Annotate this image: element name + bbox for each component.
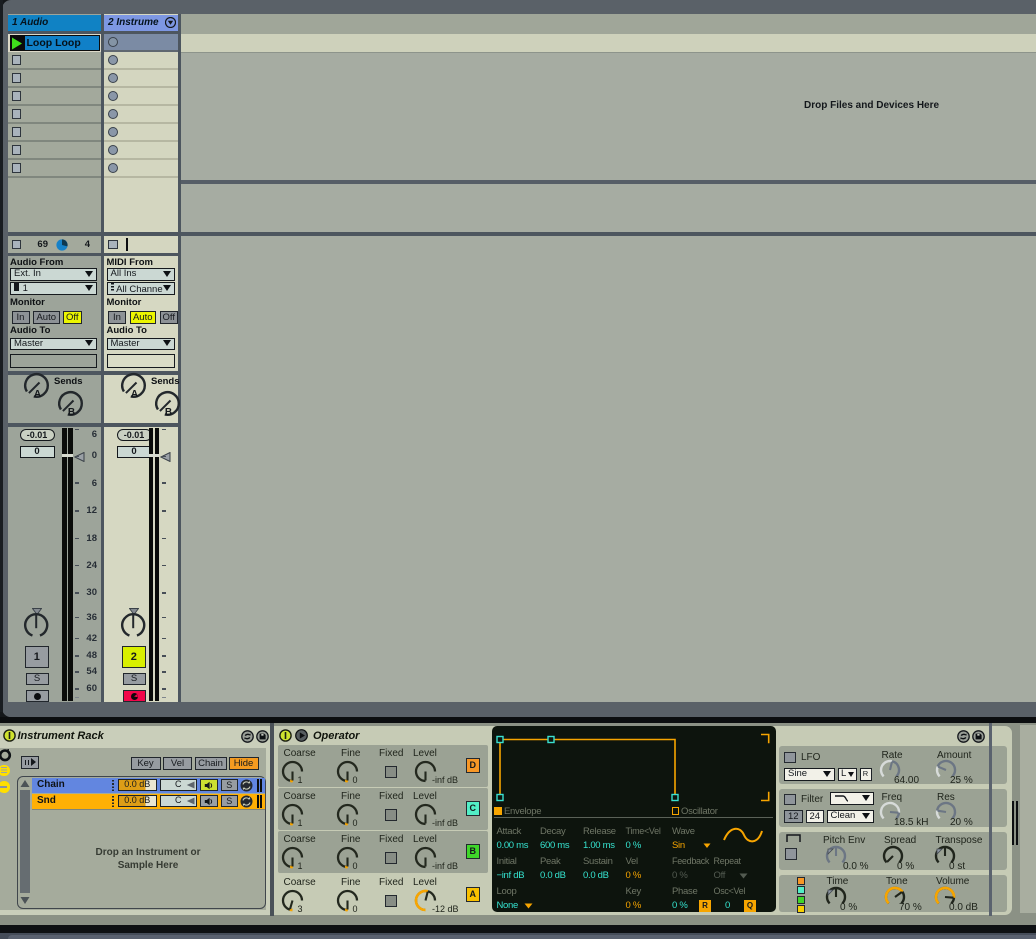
svg-text:B: B (165, 407, 172, 418)
svg-text:A: A (33, 389, 40, 400)
svg-text:A: A (130, 389, 137, 400)
svg-text:B: B (68, 407, 75, 418)
